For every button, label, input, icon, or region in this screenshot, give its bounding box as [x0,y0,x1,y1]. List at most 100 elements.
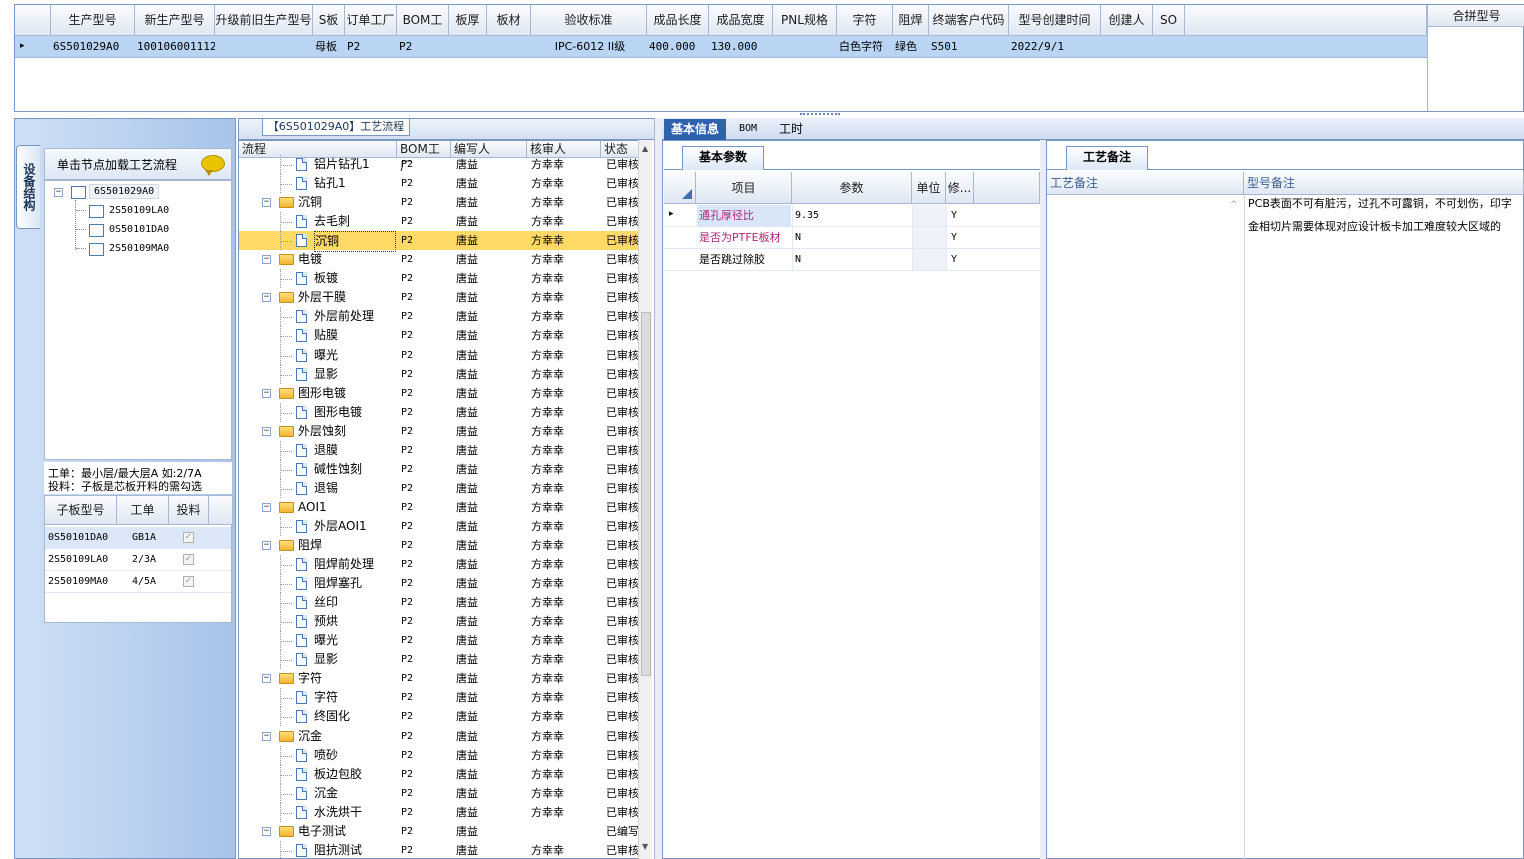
tree-root-checkbox[interactable] [71,186,86,199]
tree-collapse-icon[interactable]: − [54,188,63,197]
top-grid-row[interactable]: ▸ 6S501029A0 10010600111259 母板 P2 P2 IPC-6012 … [15,36,1427,58]
tree-collapse-icon[interactable]: − [262,293,271,302]
table-row[interactable]: 沉金 P2 唐益 方幸幸 已审核 [239,784,639,803]
table-row[interactable]: 贴膜 P2 唐益 方幸幸 已审核 [239,326,639,345]
param-col-header[interactable]: 修... [946,172,974,204]
table-row[interactable]: 退锡 P2 唐益 方幸幸 已审核 [239,479,639,498]
table-row[interactable]: 去毛刺 P2 唐益 方幸幸 已审核 [239,212,639,231]
mid-splitter[interactable] [654,118,662,859]
table-row[interactable]: 2S50109LA0 2/3A ✓ [45,549,231,571]
tree-root-label[interactable]: 6S501029A0 [89,184,160,199]
tree-node-label[interactable]: 0S50101DA0 [109,224,169,235]
table-row[interactable]: 曝光 P2 唐益 方幸幸 已审核 [239,346,639,365]
feed-checkbox[interactable]: ✓ [183,576,194,587]
tree-node-checkbox[interactable] [89,205,104,218]
top-col-header[interactable]: S板 [313,5,345,36]
top-col-header[interactable]: SO [1153,5,1185,36]
top-col-header[interactable]: 验收标准 [531,5,647,36]
process-scrollbar[interactable]: ▲ ▼ [638,140,652,859]
splitter-handle[interactable] [800,113,840,117]
tab-process-remark[interactable]: 工艺备注 [1066,146,1148,170]
remark-scroll-up-icon[interactable]: ^ [1230,200,1238,210]
info-tab[interactable]: 基本信息 [664,119,726,140]
table-row[interactable]: 显影 P2 唐益 方幸幸 已审核 [239,650,639,669]
top-col-header[interactable]: 升级前旧生产型号 [215,5,313,36]
table-row[interactable]: ▸ 通孔厚径比 9.35 Y [664,205,1040,227]
feed-checkbox[interactable]: ✓ [183,532,194,543]
table-row[interactable]: 阻抗测试 P2 唐益 方幸幸 已审核 [239,841,639,858]
table-row[interactable]: − 沉金 P2 唐益 方幸幸 已审核 [239,727,639,746]
info-tab[interactable]: BOM [728,119,768,140]
tree-node-label[interactable]: 2S50109LA0 [109,205,169,216]
table-row[interactable]: 外层AOI1 P2 唐益 方幸幸 已审核 [239,517,639,536]
tree-collapse-icon[interactable]: − [262,389,271,398]
sub-grid-header[interactable]: 工单 [117,496,169,525]
table-row[interactable]: 退膜 P2 唐益 方幸幸 已审核 [239,441,639,460]
tree-collapse-icon[interactable]: − [262,503,271,512]
table-row[interactable]: − 外层干膜 P2 唐益 方幸幸 已审核 [239,288,639,307]
table-row[interactable]: − AOI1 P2 唐益 方幸幸 已审核 [239,498,639,517]
top-col-header[interactable]: 阻焊 [893,5,929,36]
merge-model-header[interactable]: 合拼型号 [1428,5,1524,27]
table-row[interactable]: 曝光 P2 唐益 方幸幸 已审核 [239,631,639,650]
top-col-header[interactable]: BOM工厂 [397,5,449,58]
top-col-header[interactable]: 创建人 [1101,5,1153,36]
param-col-header[interactable]: 项目 [696,172,792,204]
table-row[interactable]: 碱性蚀刻 P2 唐益 方幸幸 已审核 [239,460,639,479]
table-row[interactable]: − 图形电镀 P2 唐益 方幸幸 已审核 [239,384,639,403]
tree-node-checkbox[interactable] [89,243,104,256]
top-col-header[interactable]: 型号创建时间 [1009,5,1101,36]
top-col-header[interactable]: 终端客户代码 [929,5,1009,36]
table-row[interactable]: − 阻焊 P2 唐益 方幸幸 已审核 [239,536,639,555]
top-col-header[interactable]: 字符 [837,5,893,36]
table-row[interactable]: 显影 P2 唐益 方幸幸 已审核 [239,365,639,384]
table-row[interactable]: 是否为PTFE板材 N Y [664,227,1040,249]
table-row[interactable]: 是否跳过除胶 N Y [664,249,1040,271]
top-col-header[interactable]: 生产型号 [51,5,135,36]
table-row[interactable]: 2S50109MA0 4/5A ✓ [45,571,231,593]
tree-collapse-icon[interactable]: − [262,674,271,683]
table-row[interactable]: 沉铜 P2 唐益 方幸幸 已审核 [239,231,639,252]
table-row[interactable]: 板镀 P2 唐益 方幸幸 已审核 [239,269,639,288]
table-row[interactable]: 字符 P2 唐益 方幸幸 已审核 [239,688,639,707]
table-row[interactable]: 板边包胶 P2 唐益 方幸幸 已审核 [239,765,639,784]
table-row[interactable]: 铝片钻孔1 P2 唐益 方幸幸 已审核 [239,155,639,174]
top-col-header[interactable]: PNL规格 [773,5,837,36]
process-remark-header[interactable]: 工艺备注 [1047,172,1244,195]
table-row[interactable]: 水洗烘干 P2 唐益 方幸幸 已审核 [239,803,639,822]
table-row[interactable]: 钻孔1 P2 唐益 方幸幸 已审核 [239,174,639,193]
top-col-header[interactable]: 订单工厂 [345,5,397,36]
top-col-header[interactable]: 新生产型号 [135,5,215,36]
tree-node-label[interactable]: 2S50109MA0 [109,243,169,254]
tree-collapse-icon[interactable]: − [262,732,271,741]
table-row[interactable]: 喷砂 P2 唐益 方幸幸 已审核 [239,746,639,765]
param-value[interactable]: N [792,227,912,248]
table-row[interactable]: − 外层蚀刻 P2 唐益 方幸幸 已审核 [239,422,639,441]
param-col-header[interactable]: 参数 [792,172,912,204]
model-remark-header[interactable]: 型号备注 [1244,172,1524,195]
table-row[interactable]: 终固化 P2 唐益 方幸幸 已审核 [239,707,639,726]
tree-collapse-icon[interactable]: − [262,427,271,436]
tree-collapse-icon[interactable]: − [262,827,271,836]
top-col-header[interactable]: 板材 [487,5,531,36]
top-col-header[interactable]: 成品长度 [647,5,709,36]
table-row[interactable]: − 电镀 P2 唐益 方幸幸 已审核 [239,250,639,269]
table-row[interactable]: − 字符 P2 唐益 方幸幸 已审核 [239,669,639,688]
subtab-basic-params[interactable]: 基本参数 [682,146,764,170]
vertical-tab-device[interactable]: 设备结构 [16,145,40,229]
param-col-header[interactable]: 单位 [912,172,946,204]
table-row[interactable]: 预烘 P2 唐益 方幸幸 已审核 [239,612,639,631]
sub-grid-header[interactable]: 子板型号 [45,496,117,525]
tree-collapse-icon[interactable]: − [262,255,271,264]
table-row[interactable]: 阻焊塞孔 P2 唐益 方幸幸 已审核 [239,574,639,593]
table-row[interactable]: 丝印 P2 唐益 方幸幸 已审核 [239,593,639,612]
tree-collapse-icon[interactable]: − [262,541,271,550]
table-row[interactable]: − 沉铜 P2 唐益 方幸幸 已审核 [239,193,639,212]
table-row[interactable]: − 电子测试 P2 唐益 已编写 [239,822,639,841]
table-row[interactable]: 0S50101DA0 GB1A ✓ [45,527,231,549]
table-row[interactable]: 图形电镀 P2 唐益 方幸幸 已审核 [239,403,639,422]
scroll-down-icon[interactable]: ▼ [642,842,648,851]
feed-checkbox[interactable]: ✓ [183,554,194,565]
top-col-header[interactable]: 成品宽度 [709,5,773,36]
param-value[interactable]: 9.35 [792,205,912,226]
